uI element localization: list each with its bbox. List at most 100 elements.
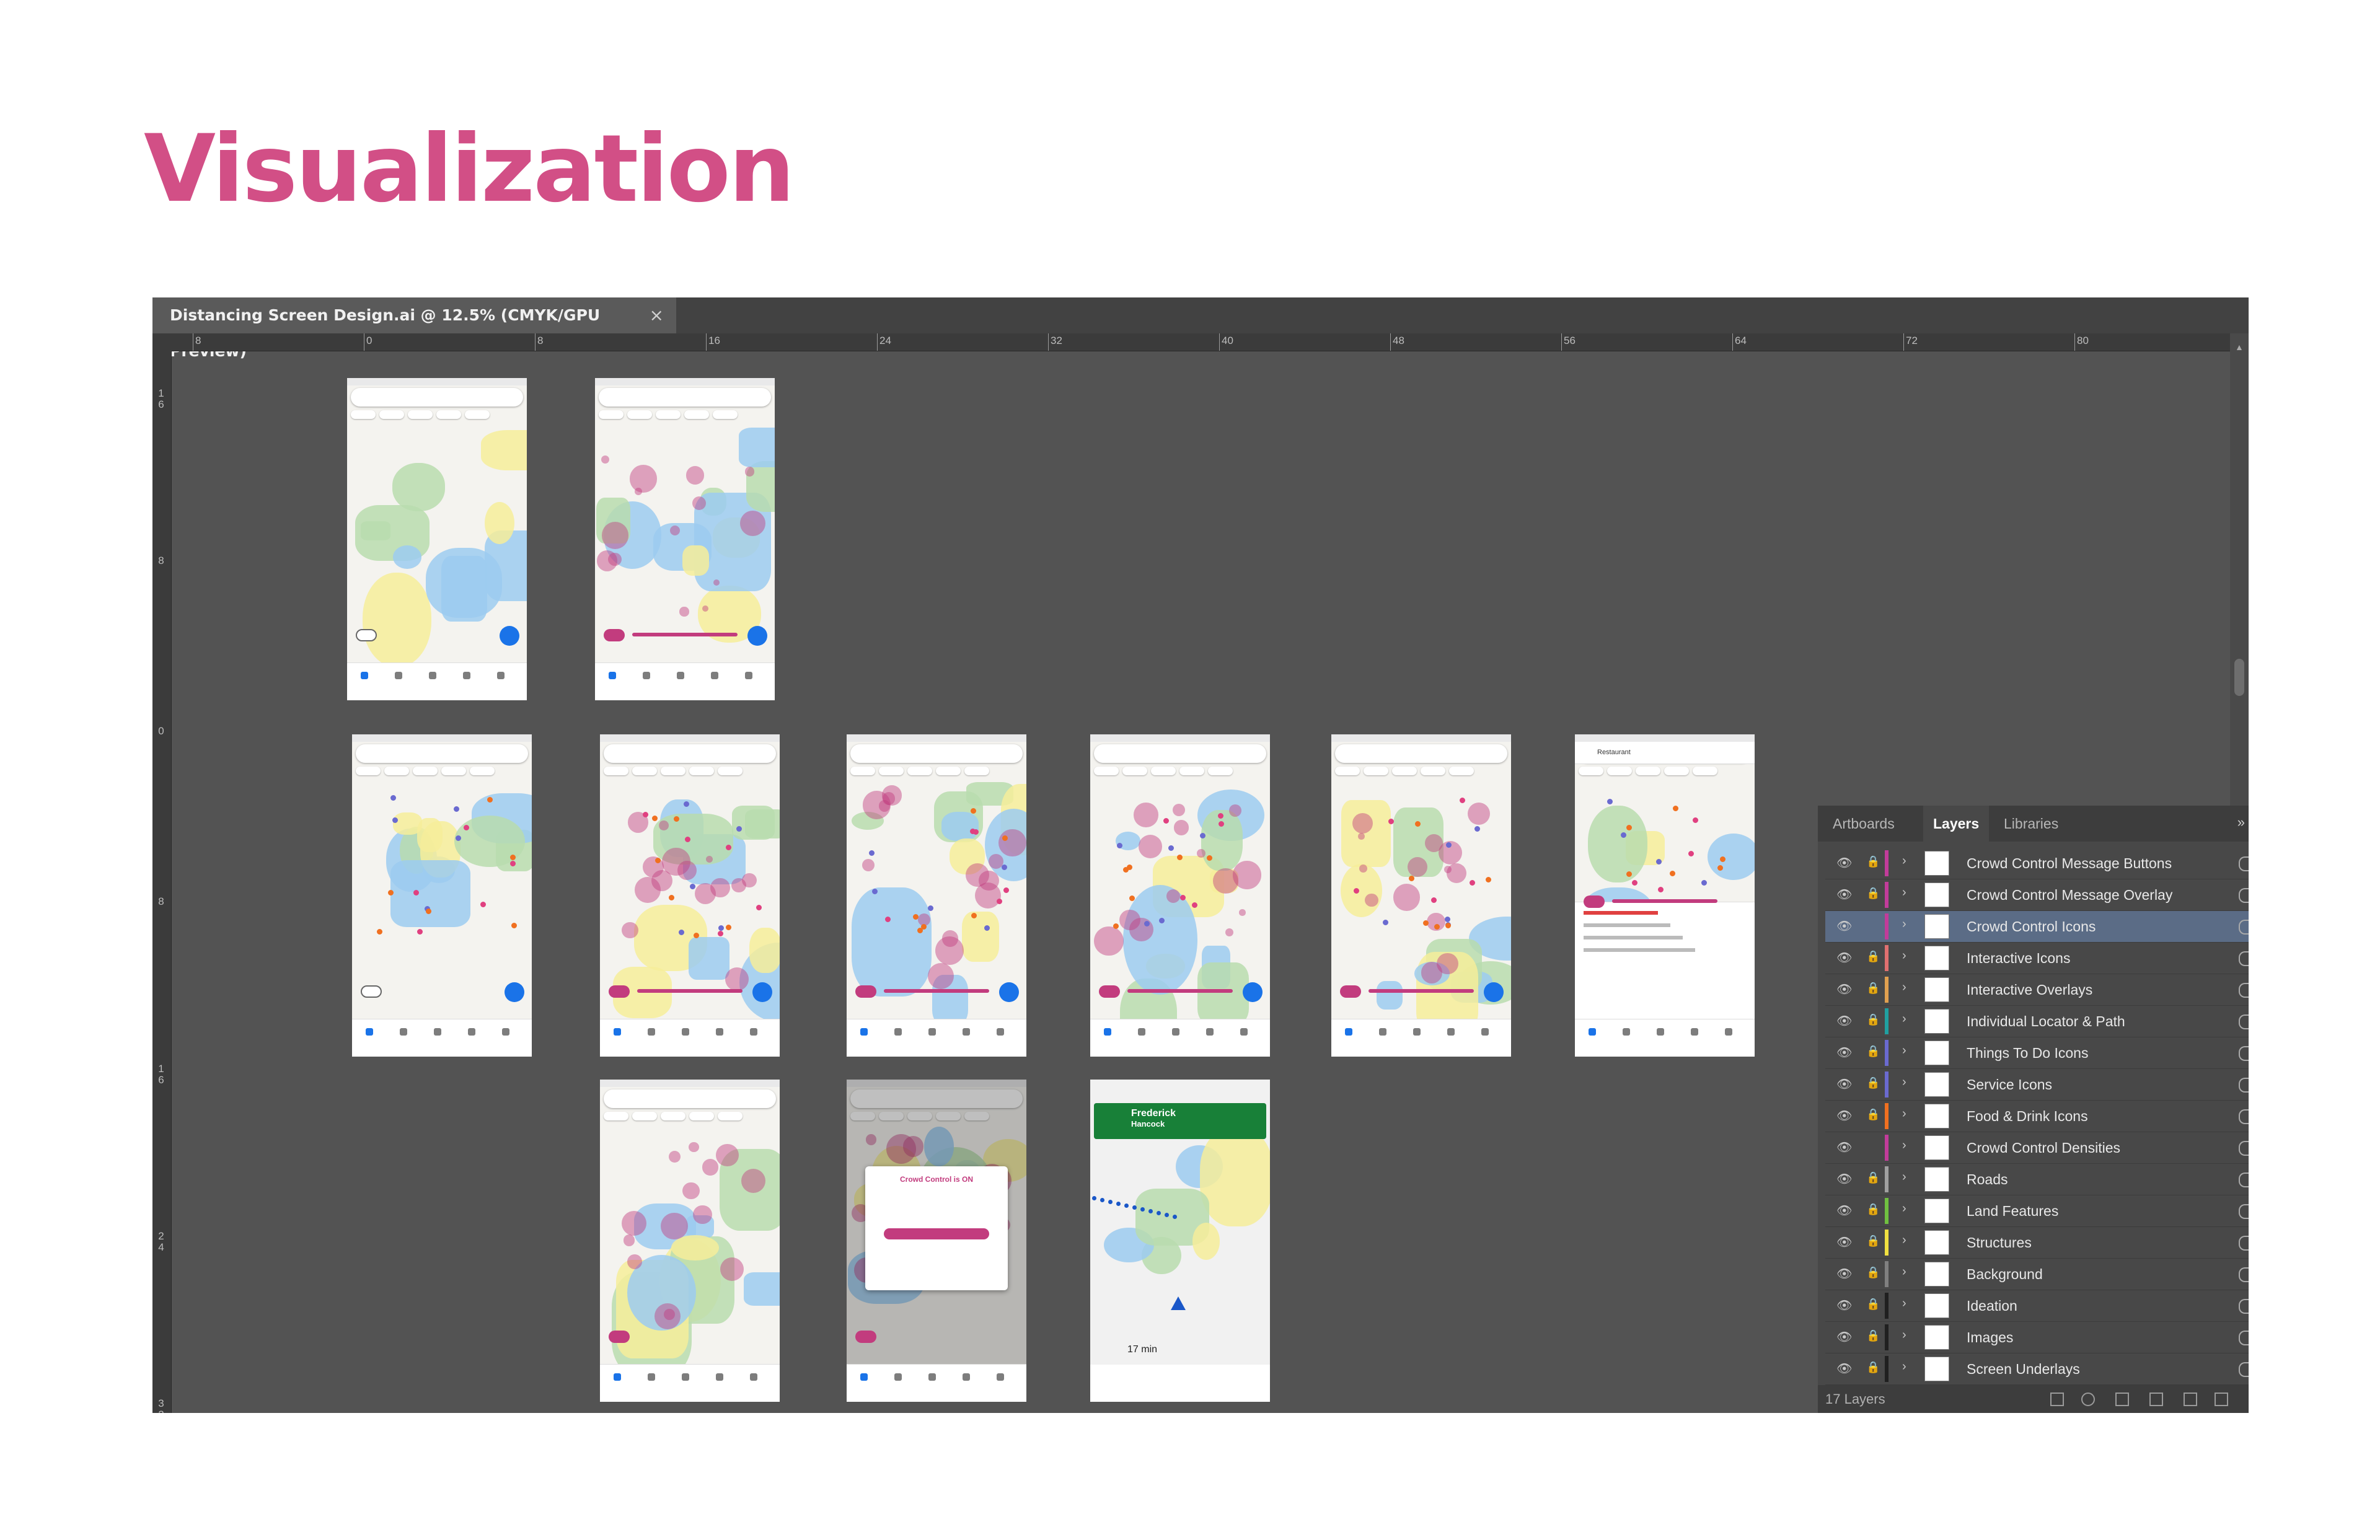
expand-chevron-icon[interactable]: › (1902, 1044, 1906, 1058)
category-chip[interactable] (604, 1112, 628, 1120)
category-chip[interactable] (656, 410, 681, 419)
clipping-mask-icon[interactable] (2115, 1393, 2129, 1406)
category-chip[interactable] (661, 767, 685, 775)
document-tab[interactable]: Distancing Screen Design.ai @ 12.5% (CMY… (152, 297, 676, 360)
expand-chevron-icon[interactable]: › (1902, 1265, 1906, 1279)
continue-button[interactable] (884, 1228, 989, 1239)
category-chip[interactable] (604, 767, 628, 775)
visibility-eye-icon[interactable]: 👁 (1836, 950, 1852, 966)
nav-tab-icon[interactable] (1657, 1028, 1664, 1036)
delete-layer-icon[interactable] (2215, 1393, 2228, 1406)
expand-chevron-icon[interactable]: › (1902, 1107, 1906, 1121)
lock-icon[interactable]: 🔒 (1866, 950, 1880, 963)
category-chip[interactable] (907, 767, 932, 775)
nav-tab-icon[interactable] (677, 672, 684, 679)
scroll-up-icon[interactable]: ▲ (2235, 342, 2244, 352)
expand-chevron-icon[interactable]: › (1902, 854, 1906, 868)
category-chip[interactable] (1607, 767, 1632, 775)
lock-icon[interactable]: 🔒 (1866, 1076, 1880, 1089)
expand-chevron-icon[interactable]: › (1902, 1170, 1906, 1184)
time-slider[interactable] (1612, 899, 1717, 903)
crowd-control-toggle[interactable] (609, 1331, 630, 1343)
artboard-screen[interactable] (1090, 734, 1270, 1057)
collapse-panel-icon[interactable]: » (2237, 814, 2245, 830)
layer-row[interactable]: 👁 🔒 › Service Icons (1825, 1069, 2249, 1101)
category-chip[interactable] (1449, 767, 1474, 775)
layer-name[interactable]: Things To Do Icons (1967, 1045, 2088, 1062)
layer-row[interactable]: 👁 🔒 › Background (1825, 1259, 2249, 1290)
layer-row[interactable]: 👁 🔒 › Interactive Icons (1825, 943, 2249, 974)
artboard-screen[interactable] (600, 1080, 780, 1402)
nav-tab-icon[interactable] (716, 1028, 723, 1036)
visibility-eye-icon[interactable]: 👁 (1836, 1140, 1852, 1155)
layer-row[interactable]: 👁 🔒 › Structures (1825, 1227, 2249, 1259)
category-chip[interactable] (1421, 767, 1445, 775)
target-circle-icon[interactable] (2239, 856, 2249, 871)
layer-row[interactable]: 👁 › Crowd Control Icons (1825, 911, 2249, 943)
new-sublayer-icon[interactable] (2149, 1393, 2163, 1406)
crowd-control-toggle[interactable] (1584, 895, 1605, 908)
category-chip[interactable] (1179, 767, 1204, 775)
nav-tab-icon[interactable] (400, 1028, 407, 1036)
category-chip[interactable] (936, 767, 961, 775)
visibility-eye-icon[interactable]: 👁 (1836, 918, 1852, 934)
nav-tab-icon[interactable] (497, 672, 505, 679)
category-chip[interactable] (413, 767, 438, 775)
time-slider[interactable] (884, 989, 989, 993)
restaurant-search-field[interactable]: Restaurant (1575, 742, 1755, 764)
search-bar[interactable] (599, 388, 771, 407)
crowd-control-toggle[interactable] (604, 629, 625, 641)
nav-tab-icon[interactable] (361, 672, 368, 679)
nav-tab-icon[interactable] (1447, 1028, 1455, 1036)
nav-tab-icon[interactable] (1104, 1028, 1111, 1036)
category-chip[interactable] (384, 767, 409, 775)
crowd-control-toggle[interactable] (361, 985, 382, 998)
category-chip[interactable] (689, 1112, 714, 1120)
visibility-eye-icon[interactable]: 👁 (1836, 1298, 1852, 1313)
target-circle-icon[interactable] (2239, 1204, 2249, 1219)
category-chip[interactable] (689, 767, 714, 775)
nav-tab-icon[interactable] (1379, 1028, 1386, 1036)
time-slider[interactable] (637, 989, 743, 993)
layer-name[interactable]: Crowd Control Message Buttons (1967, 855, 2172, 872)
lock-icon[interactable]: 🔒 (1866, 1298, 1880, 1311)
layer-row[interactable]: 👁 › Crowd Control Densities (1825, 1132, 2249, 1164)
directions-button[interactable] (1243, 982, 1263, 1002)
expand-chevron-icon[interactable]: › (1902, 1233, 1906, 1247)
visibility-eye-icon[interactable]: 👁 (1836, 1045, 1852, 1060)
expand-chevron-icon[interactable]: › (1902, 1360, 1906, 1374)
artboard-screen[interactable]: Restaurant (1575, 734, 1755, 1057)
artboard-screen[interactable] (600, 734, 780, 1057)
nav-tab-icon[interactable] (648, 1028, 655, 1036)
layer-name[interactable]: Food & Drink Icons (1967, 1108, 2088, 1125)
nav-tab-icon[interactable] (997, 1028, 1004, 1036)
nav-tab-icon[interactable] (1691, 1028, 1698, 1036)
new-layer-icon[interactable] (2184, 1393, 2197, 1406)
layer-row[interactable]: 👁 🔒 › Food & Drink Icons (1825, 1101, 2249, 1132)
expand-chevron-icon[interactable]: › (1902, 917, 1906, 931)
nav-tab-icon[interactable] (928, 1028, 936, 1036)
nav-tab-icon[interactable] (648, 1373, 655, 1381)
nav-tab-icon[interactable] (1623, 1028, 1630, 1036)
nav-tab-icon[interactable] (1345, 1028, 1352, 1036)
nav-tab-icon[interactable] (716, 1373, 723, 1381)
tab-artboards[interactable]: Artboards (1833, 806, 1895, 842)
layer-row[interactable]: 👁 🔒 › Things To Do Icons (1825, 1037, 2249, 1069)
category-chip[interactable] (1364, 767, 1388, 775)
nav-tab-icon[interactable] (1481, 1028, 1489, 1036)
crowd-control-toggle[interactable] (609, 985, 630, 998)
time-slider[interactable] (1127, 989, 1233, 993)
visibility-eye-icon[interactable]: 👁 (1836, 982, 1852, 997)
layer-name[interactable]: Interactive Overlays (1967, 982, 2092, 998)
expand-chevron-icon[interactable]: › (1902, 1138, 1906, 1153)
nav-tab-icon[interactable] (614, 1373, 621, 1381)
crowd-control-toggle[interactable] (356, 629, 377, 641)
target-circle-icon[interactable] (2239, 1236, 2249, 1251)
nav-tab-icon[interactable] (963, 1373, 970, 1381)
layer-name[interactable]: Individual Locator & Path (1967, 1013, 2125, 1030)
nav-tab-icon[interactable] (502, 1028, 509, 1036)
close-tab-icon[interactable]: × (650, 297, 664, 333)
artboard-screen[interactable]: Frederick Hancock 17 min (1090, 1080, 1270, 1402)
search-bar[interactable] (604, 744, 776, 763)
visibility-eye-icon[interactable]: 👁 (1836, 1171, 1852, 1187)
